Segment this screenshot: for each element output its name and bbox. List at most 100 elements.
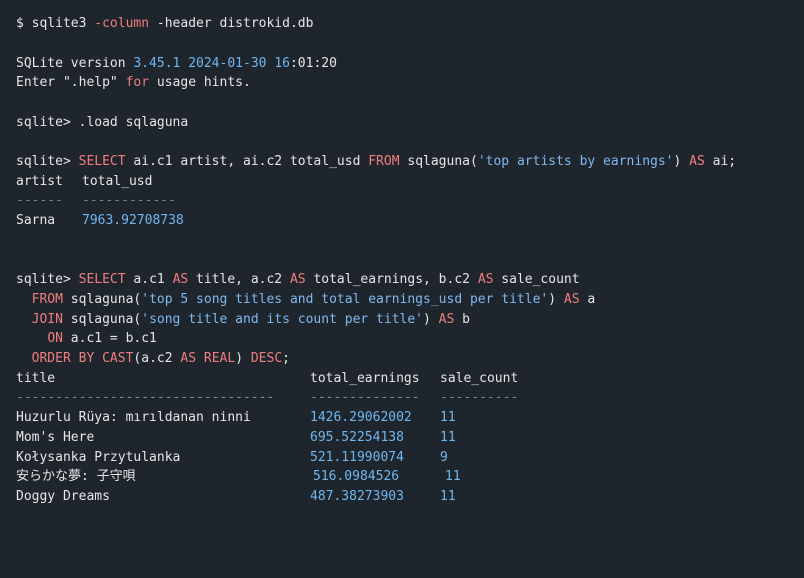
total-usd-cell: 7963.92708738 [82, 213, 184, 228]
sale-count-cell: 11 [440, 410, 456, 425]
table-row: Doggy Dreams 487.38273903 11 [16, 488, 456, 506]
query2-line-2: FROM sqlaguna('top 5 song titles and tot… [16, 291, 596, 309]
sql-keyword: AS [689, 154, 705, 169]
result2-separator-row: --------------------------------- ------… [16, 389, 518, 407]
terminal-window[interactable]: $ sqlite3 -column -header distrokid.db S… [0, 0, 804, 517]
column-header: title [16, 371, 56, 386]
table-row: Kołysanka Przytulanka 521.11990074 9 [16, 449, 448, 467]
query2-line-1: sqlite> SELECT a.c1 AS title, a.c2 AS to… [16, 271, 580, 289]
table-row: 安らかな夢: 子守唄 516.0984526 11 [16, 468, 461, 486]
sql-text: title, a.c2 [188, 272, 290, 287]
sql-text: ai; [704, 154, 737, 169]
help-hint-line: Enter ".help" for usage hints. [16, 74, 251, 92]
help-hint-text: Enter ".help" [16, 75, 126, 90]
sql-text: sqlaguna( [62, 292, 142, 307]
sqlite-prompt: sqlite> [16, 115, 79, 130]
total-earnings-cell: 487.38273903 [310, 489, 404, 504]
sqlite-prompt: sqlite> [16, 272, 79, 287]
shell-prompt: $ [16, 16, 32, 31]
table-row: Huzurlu Rüya: mırıldanan ninni 1426.2906… [16, 409, 456, 427]
sql-keyword: SELECT [78, 154, 126, 169]
sql-text: a.c1 = b.c1 [62, 331, 157, 346]
result1-header-row: artist total_usd [16, 173, 152, 191]
sql-keyword: FROM [31, 292, 63, 307]
version-label: SQLite version [16, 56, 134, 71]
sql-text: (a.c2 [133, 351, 181, 366]
command-args: -header distrokid.db [149, 16, 314, 31]
version-number: 3.45.1 [133, 56, 181, 71]
query2-line-5: ORDER BY CAST(a.c2 AS REAL) DESC; [16, 350, 290, 368]
sql-text: ) [423, 312, 439, 327]
sql-string: 'top 5 song titles and total earnings_us… [141, 292, 549, 307]
sql-keyword: AS [289, 272, 306, 287]
sql-text: b [454, 312, 470, 327]
sql-string: 'top artists by earnings' [477, 154, 674, 169]
sql-keyword: AS [563, 292, 580, 307]
result1-row: Sarna 7963.92708738 [16, 212, 184, 230]
sale-count-cell: 11 [440, 430, 456, 445]
sql-keyword: AS [477, 272, 494, 287]
query1-line: sqlite> SELECT ai.c1 artist, ai.c2 total… [16, 153, 736, 171]
help-hint-text: usage hints. [149, 75, 251, 90]
shell-command-line: $ sqlite3 -column -header distrokid.db [16, 15, 313, 33]
artist-cell: Sarna [16, 213, 56, 228]
sql-text: sqlaguna( [399, 154, 478, 169]
column-separator: --------------------------------- [16, 390, 275, 405]
title-cell: Mom's Here [16, 430, 95, 445]
title-cell: 安らかな夢: 子守唄 [16, 469, 136, 484]
sql-keyword: FROM [368, 154, 400, 169]
column-separator: -------------- [310, 390, 420, 405]
result2-header-row: title total_earnings sale_count [16, 370, 518, 388]
column-header: total_usd [82, 174, 153, 189]
sql-text: ) [673, 154, 690, 169]
sql-keyword: ON [47, 331, 63, 346]
sql-keyword: CAST [102, 351, 134, 366]
total-earnings-cell: 516.0984526 [313, 469, 400, 484]
program-name: sqlite3 [31, 16, 95, 31]
sql-keyword: SELECT [78, 272, 126, 287]
sql-text: total_earnings, b.c2 [305, 272, 478, 287]
sql-keyword: AS [180, 351, 197, 366]
column-header: sale_count [440, 371, 519, 386]
sale-count-cell: 11 [445, 469, 461, 484]
load-command-line: sqlite> .load sqlaguna [16, 114, 188, 132]
sql-keyword: REAL [203, 351, 236, 366]
column-flag: -column [94, 16, 150, 31]
sql-text: sqlaguna( [62, 312, 142, 327]
query2-line-3: JOIN sqlaguna('song title and its count … [16, 311, 470, 329]
column-header: total_earnings [310, 371, 420, 386]
title-cell: Huzurlu Rüya: mırıldanan ninni [16, 410, 251, 425]
sql-text: a.c1 [125, 272, 173, 287]
sqlite-prompt: sqlite> [16, 154, 79, 169]
result1-separator-row: ------ ------------ [16, 192, 176, 210]
column-separator: ------ [16, 193, 63, 208]
version-time-rest: :01:20 [289, 56, 337, 71]
sql-text: ai.c1 artist, ai.c2 total_usd [125, 154, 369, 169]
sql-keyword: AS [438, 312, 455, 327]
version-line: SQLite version 3.45.1 2024-01-30 16:01:2… [16, 55, 337, 73]
column-separator: ---------- [440, 390, 519, 405]
sql-text: ; [282, 351, 290, 366]
help-hint-keyword: for [125, 75, 150, 90]
query2-line-4: ON a.c1 = b.c1 [16, 330, 157, 348]
sql-keyword: ORDER BY [31, 351, 95, 366]
sql-keyword: JOIN [31, 312, 63, 327]
total-earnings-cell: 695.52254138 [310, 430, 404, 445]
column-separator: ------------ [82, 193, 176, 208]
table-row: Mom's Here 695.52254138 11 [16, 429, 456, 447]
sql-text: a [579, 292, 596, 307]
sql-keyword: AS [172, 272, 189, 287]
sql-text: sale_count [493, 272, 580, 287]
version-hour: 16 [274, 56, 290, 71]
sale-count-cell: 11 [440, 489, 456, 504]
total-earnings-cell: 521.11990074 [310, 450, 404, 465]
sql-string: 'song title and its count per title' [141, 312, 424, 327]
sql-keyword: DESC [250, 351, 283, 366]
total-earnings-cell: 1426.29062002 [310, 410, 412, 425]
